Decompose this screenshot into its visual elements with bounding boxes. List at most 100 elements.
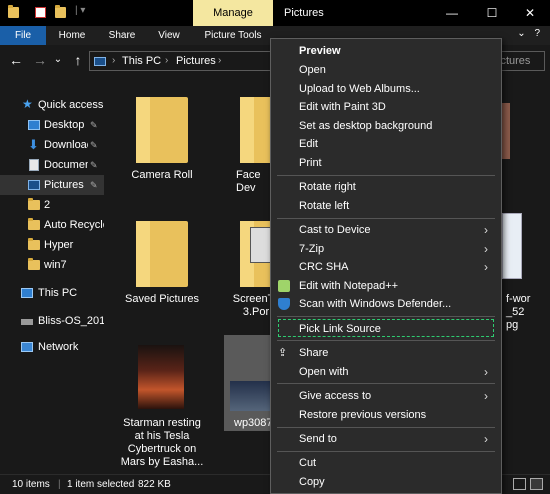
share-icon: ⇪ <box>278 347 288 359</box>
nav-item-win7[interactable]: win7 <box>0 255 104 275</box>
menu-item-preview[interactable]: Preview <box>271 42 501 60</box>
help-icon[interactable]: ? <box>534 28 540 39</box>
menu-item-open[interactable]: Open <box>271 61 501 79</box>
submenu-arrow-icon: › <box>484 389 488 403</box>
nav-item-hyper[interactable]: Hyper <box>0 235 104 255</box>
breadcrumb-pictures[interactable]: Pictures <box>176 55 216 67</box>
nav-item-pictures[interactable]: Pictures ✎ <box>0 175 104 195</box>
address-bar[interactable]: › This PC › Pictures › <box>89 51 279 71</box>
menu-item-label: Share <box>299 347 329 359</box>
computer-icon <box>21 288 33 298</box>
breadcrumb-separator: › <box>218 55 222 66</box>
menu-item-upload-web-albums[interactable]: Upload to Web Albums... <box>271 80 501 98</box>
nav-item-desktop[interactable]: Desktop ✎ <box>0 115 104 135</box>
item-count: 10 items <box>12 479 50 490</box>
menu-item-rotate-right[interactable]: Rotate right <box>271 178 501 196</box>
breadcrumb-separator: › <box>112 55 116 66</box>
expand-ribbon-icon[interactable]: ⌄ <box>517 28 525 39</box>
menu-item-rotate-left[interactable]: Rotate left <box>271 197 501 215</box>
folder-icon <box>28 198 40 210</box>
up-button[interactable]: ↑ <box>70 52 86 68</box>
menu-item-edit-notepad-plus-plus[interactable]: Edit with Notepad++ <box>271 277 501 295</box>
menu-item-set-desktop-background[interactable]: Set as desktop background <box>271 117 501 135</box>
menu-item-7-zip[interactable]: 7-Zip › <box>271 240 501 258</box>
nav-item-auto-recycle[interactable]: Auto Recycle <box>0 215 104 235</box>
tab-home[interactable]: Home <box>54 26 90 45</box>
menu-item-crc-sha[interactable]: CRC SHA › <box>271 258 501 276</box>
large-icons-view-icon[interactable] <box>530 478 543 490</box>
menu-item-scan-windows-defender[interactable]: Scan with Windows Defender... <box>271 295 501 313</box>
tab-file[interactable]: File <box>0 26 46 45</box>
menu-item-label: Print <box>299 157 322 169</box>
manage-contextual-tab[interactable]: Manage <box>193 0 273 26</box>
nav-item-this-pc[interactable]: This PC <box>0 283 104 303</box>
separator: | <box>75 5 78 16</box>
menu-item-send-to[interactable]: Send to › <box>271 430 501 448</box>
submenu-arrow-icon: › <box>484 432 488 446</box>
menu-item-print[interactable]: Print <box>271 154 501 172</box>
tile-caption: wp3087 <box>234 417 272 429</box>
menu-item-edit[interactable]: Edit <box>271 135 501 153</box>
title-bar: | ▾ Manage Pictures — ☐ ✕ <box>0 0 550 26</box>
notepadpp-icon <box>278 280 290 292</box>
download-icon: ⬇ <box>28 137 39 152</box>
menu-item-give-access-to[interactable]: Give access to › <box>271 387 501 405</box>
back-button[interactable]: ← <box>8 52 24 68</box>
image-thumbnail-partial[interactable] <box>502 103 510 159</box>
menu-item-cast-to-device[interactable]: Cast to Device › <box>271 221 501 239</box>
star-icon: ★ <box>22 97 33 111</box>
menu-item-label: Cut <box>299 457 317 469</box>
quick-access-toolbar-dropdown[interactable]: | ▾ <box>75 5 85 16</box>
menu-separator <box>277 383 495 384</box>
forward-button[interactable]: → <box>32 52 48 68</box>
image-tile-starman[interactable]: Starman resting at his Tesla Cybertruck … <box>112 335 212 475</box>
nav-item-label: Auto Recycle <box>44 219 104 231</box>
details-view-icon[interactable] <box>513 478 526 490</box>
menu-item-share[interactable]: ⇪ Share <box>271 344 501 362</box>
menu-item-label: 7-Zip <box>299 243 325 255</box>
nav-item-quick-access[interactable]: ★ Quick access <box>0 95 104 115</box>
tab-picture-tools[interactable]: Picture Tools <box>198 26 268 45</box>
menu-item-pick-link-source[interactable]: Pick Link Source <box>278 319 494 337</box>
nav-item-label: Pictures <box>44 179 84 191</box>
close-button[interactable]: ✕ <box>510 0 550 26</box>
pin-icon: ✎ <box>90 160 98 170</box>
image-tile-wp3087[interactable]: wp3087 <box>224 335 272 431</box>
selection-count: 1 item selected <box>67 479 135 490</box>
pictures-icon <box>28 180 40 190</box>
menu-item-label: Open with <box>299 366 349 378</box>
nav-item-bliss-os-drive[interactable]: Bliss-OS_2019- <box>0 311 104 331</box>
properties-icon[interactable] <box>35 7 46 18</box>
menu-item-open-with[interactable]: Open with › <box>271 363 501 381</box>
menu-item-edit-paint-3d[interactable]: Edit with Paint 3D <box>271 98 501 116</box>
maximize-button[interactable]: ☐ <box>472 0 512 26</box>
folder-tile-face-dev[interactable]: Face Dev <box>222 89 272 199</box>
menu-item-restore-previous-versions[interactable]: Restore previous versions <box>271 406 501 424</box>
minimize-button[interactable]: — <box>432 0 472 26</box>
tile-caption: Face Dev <box>236 169 261 194</box>
menu-item-copy[interactable]: Copy <box>271 473 501 491</box>
nav-item-folder-2[interactable]: 2 <box>0 195 104 215</box>
defender-icon <box>278 298 290 310</box>
nav-item-documents[interactable]: Documen ✎ <box>0 155 104 175</box>
menu-separator <box>277 427 495 428</box>
menu-item-label: Pick Link Source <box>299 323 381 335</box>
folder-icon[interactable] <box>8 5 19 18</box>
folder-tile-saved-pictures[interactable]: Saved Pictures <box>112 213 212 313</box>
nav-item-network[interactable]: Network <box>0 337 104 357</box>
new-folder-icon[interactable] <box>55 5 66 18</box>
folder-tile-camera-roll[interactable]: Camera Roll <box>112 89 212 189</box>
folder-icon <box>28 258 40 270</box>
image-thumbnail <box>138 345 184 409</box>
folder-tile-screentogif[interactable]: ScreenTo 3.Por <box>222 213 272 323</box>
image-tile-right[interactable]: f-wor _52 pg <box>502 213 550 331</box>
tab-share[interactable]: Share <box>104 26 140 45</box>
ribbon-help-area: ⌄ ? <box>517 28 540 39</box>
breadcrumb-this-pc[interactable]: This PC <box>122 55 161 67</box>
menu-separator <box>277 340 495 341</box>
menu-item-cut[interactable]: Cut <box>271 454 501 472</box>
nav-item-label: Hyper <box>44 239 74 251</box>
recent-locations-button[interactable]: ⌄ <box>50 52 66 68</box>
tab-view[interactable]: View <box>152 26 186 45</box>
nav-item-downloads[interactable]: ⬇ Downloac ✎ <box>0 135 104 155</box>
